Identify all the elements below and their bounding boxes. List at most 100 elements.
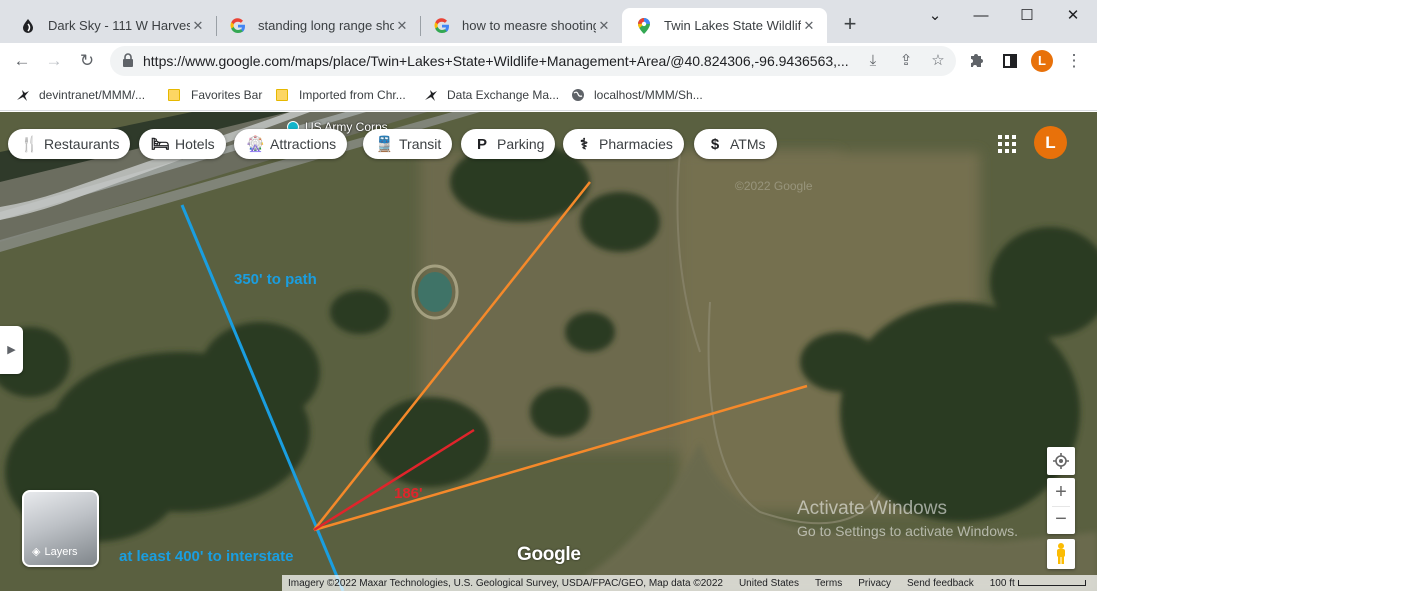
apps-grid-icon[interactable] xyxy=(995,132,1019,156)
chip-label: Parking xyxy=(497,136,545,152)
imagery-credit: Imagery ©2022 Maxar Technologies, U.S. G… xyxy=(288,577,723,589)
layers-label: Layers xyxy=(44,545,78,558)
map-attribution-bar: Imagery ©2022 Maxar Technologies, U.S. G… xyxy=(282,575,1097,591)
tab-long-range-shooting[interactable]: standing long range shooting ✕ xyxy=(216,8,420,43)
terms-link[interactable]: Terms xyxy=(815,578,842,589)
pegman-icon xyxy=(1057,543,1065,564)
menu-kebab-icon[interactable]: ⋮ xyxy=(1062,49,1086,73)
chip-parking[interactable]: P Parking xyxy=(461,129,556,159)
parking-icon: P xyxy=(476,135,487,153)
activate-windows-subtitle: Go to Settings to activate Windows. xyxy=(797,523,1018,539)
train-icon: 🚆 xyxy=(375,136,394,153)
chip-label: Pharmacies xyxy=(599,136,673,152)
chip-restaurants[interactable]: 🍴 Restaurants xyxy=(8,129,131,159)
bookmark-localhost[interactable]: localhost/MMM/Sh... xyxy=(571,85,703,105)
scale-bar xyxy=(1017,580,1086,586)
maximize-icon[interactable]: ☐ xyxy=(1004,4,1050,28)
bookmark-label: Favorites Bar xyxy=(191,88,263,102)
bed-icon: 🛏 xyxy=(151,136,171,153)
chip-label: Restaurants xyxy=(44,136,120,152)
fork-knife-icon: 🍴 xyxy=(20,136,39,153)
bookmark-star-icon[interactable]: ☆ xyxy=(927,50,949,72)
bookmark-devintranet[interactable]: devintranet/MMM/... xyxy=(16,85,145,105)
bookmark-label: Data Exchange Ma... xyxy=(447,88,560,102)
profile-avatar[interactable]: L xyxy=(1031,50,1053,72)
chip-hotels[interactable]: 🛏 Hotels xyxy=(139,129,226,159)
my-location-button[interactable] xyxy=(1047,447,1075,475)
activate-windows-watermark: Activate Windows Go to Settings to activ… xyxy=(797,498,1018,539)
dark-sky-icon xyxy=(20,18,36,34)
chip-label: Hotels xyxy=(175,136,215,152)
activate-windows-title: Activate Windows xyxy=(797,498,947,519)
close-icon[interactable]: ✕ xyxy=(596,18,612,34)
tab-title: standing long range shooting xyxy=(258,18,394,33)
bookmark-label: Imported from Chr... xyxy=(299,88,406,102)
zoom-out-button[interactable]: − xyxy=(1047,507,1075,534)
tab-title: how to measre shooting distance xyxy=(462,18,596,33)
layers-icon: ◈ xyxy=(32,546,41,558)
bookmark-label: devintranet/MMM/... xyxy=(39,88,146,102)
interstate-distance-label: at least 400' to interstate xyxy=(119,548,294,565)
google-logo: Google xyxy=(517,544,581,565)
bookmark-data-exchange[interactable]: Data Exchange Ma... xyxy=(424,85,559,105)
tab-title: Twin Lakes State Wildlife M xyxy=(664,18,801,33)
tab-measure-distance[interactable]: how to measre shooting distance ✕ xyxy=(420,8,622,43)
chevron-down-icon[interactable]: ⌄ xyxy=(912,4,958,28)
chip-label: Transit xyxy=(399,136,442,152)
bookmark-label: localhost/MMM/Sh... xyxy=(594,88,703,102)
country-label[interactable]: United States xyxy=(739,578,799,589)
close-icon[interactable]: ✕ xyxy=(394,18,410,34)
globe-icon xyxy=(571,88,585,102)
map-profile-avatar[interactable]: L xyxy=(1034,126,1067,159)
share-icon[interactable]: ⇪ xyxy=(895,50,917,72)
bookmark-imported[interactable]: Imported from Chr... xyxy=(276,85,406,105)
bookmarks-bar: devintranet/MMM/... Favorites Bar Import… xyxy=(0,79,1097,111)
browser-window: Dark Sky - 111 W Harvest Dr ✕ standing l… xyxy=(0,0,1097,591)
tab-strip: Dark Sky - 111 W Harvest Dr ✕ standing l… xyxy=(0,0,1097,43)
angle-distance-label: 186' xyxy=(394,485,423,502)
chip-atms[interactable]: $ ATMs xyxy=(694,129,777,159)
close-icon[interactable]: ✕ xyxy=(190,18,206,34)
tab-twin-lakes[interactable]: Twin Lakes State Wildlife M ✕ xyxy=(622,8,827,43)
google-g-icon xyxy=(434,17,450,34)
extensions-icon[interactable] xyxy=(966,49,990,73)
ferris-wheel-icon: 🎡 xyxy=(246,136,265,153)
street-view-pegman[interactable] xyxy=(1047,539,1075,569)
tab-dark-sky[interactable]: Dark Sky - 111 W Harvest Dr ✕ xyxy=(6,8,216,43)
tab-title: Dark Sky - 111 W Harvest Dr xyxy=(48,18,190,33)
scale-label[interactable]: 100 ft xyxy=(990,578,1015,589)
path-distance-label: 350' to path xyxy=(234,271,317,288)
layers-button[interactable]: ◈ Layers xyxy=(22,490,99,567)
chip-label: ATMs xyxy=(730,136,766,152)
chip-attractions[interactable]: 🎡 Attractions xyxy=(234,129,348,159)
zoom-control: + − xyxy=(1047,478,1075,534)
close-window-icon[interactable]: ✕ xyxy=(1050,4,1096,28)
satellite-map[interactable]: US Army Corps 🍴 Restaurants 🛏 Hotels 🎡 A… xyxy=(0,112,1097,591)
chip-label: Attractions xyxy=(270,136,337,152)
send-feedback-link[interactable]: Send feedback xyxy=(907,578,974,589)
address-bar[interactable]: https://www.google.com/maps/place/Twin+L… xyxy=(110,46,956,76)
bookmark-favorites-bar[interactable]: Favorites Bar xyxy=(168,85,262,105)
install-app-icon[interactable]: ⤓ xyxy=(862,50,884,72)
chip-pharmacies[interactable]: ⚕ Pharmacies xyxy=(563,129,684,159)
close-icon[interactable]: ✕ xyxy=(801,18,817,34)
pharmacy-icon: ⚕ xyxy=(579,136,589,153)
google-g-icon xyxy=(230,17,246,34)
atm-icon: $ xyxy=(710,135,720,153)
zoom-in-button[interactable]: + xyxy=(1047,478,1075,506)
bird-icon xyxy=(424,88,438,102)
browser-toolbar: ← → ↻ https://www.google.com/maps/place/… xyxy=(0,43,1097,79)
reload-icon[interactable]: ↻ xyxy=(75,49,99,73)
new-tab-button[interactable]: + xyxy=(838,12,862,36)
lock-icon xyxy=(123,53,133,67)
bird-icon xyxy=(16,88,30,102)
folder-icon xyxy=(276,89,288,101)
side-panel-toggle[interactable]: ▶ xyxy=(0,326,23,374)
minimize-icon[interactable]: — xyxy=(958,4,1004,28)
privacy-link[interactable]: Privacy xyxy=(858,578,891,589)
side-panel-icon[interactable] xyxy=(998,49,1022,73)
url-text[interactable]: https://www.google.com/maps/place/Twin+L… xyxy=(143,53,853,69)
chip-transit[interactable]: 🚆 Transit xyxy=(363,129,453,159)
forward-icon[interactable]: → xyxy=(42,49,66,73)
back-icon[interactable]: ← xyxy=(10,49,34,73)
